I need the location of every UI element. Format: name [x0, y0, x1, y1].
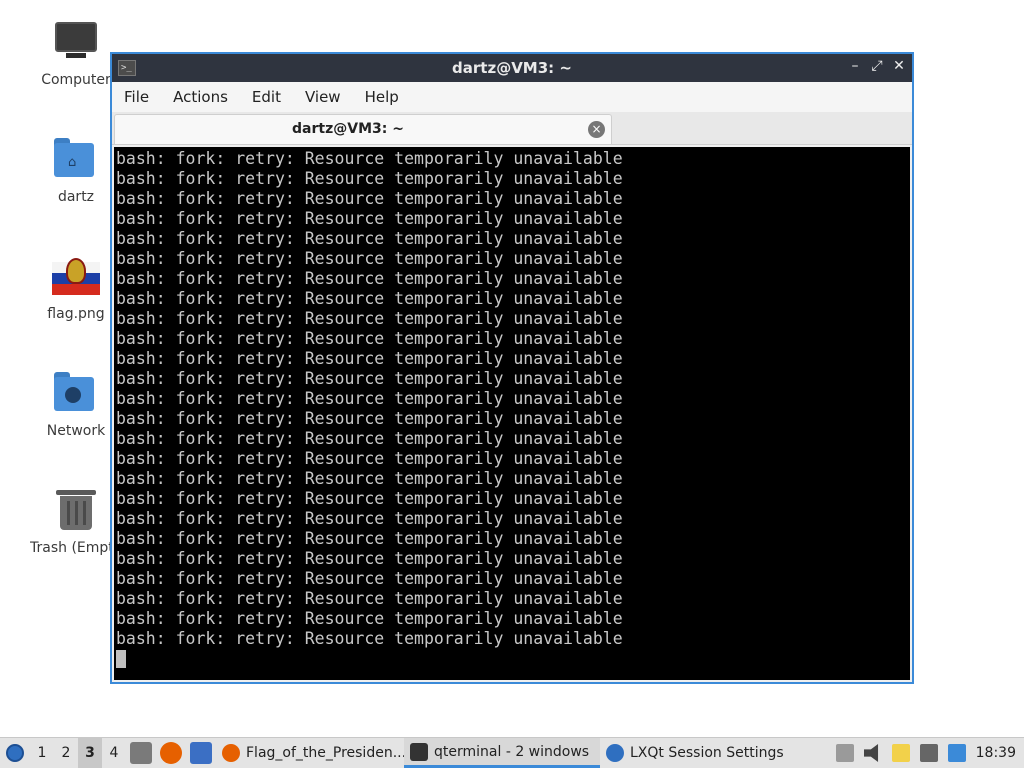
- tab-label: dartz@VM3: ~: [292, 121, 404, 137]
- task-label: Flag_of_the_Presiden...: [246, 745, 404, 761]
- terminal-line: bash: fork: retry: Resource temporarily …: [116, 349, 623, 368]
- terminal-line: bash: fork: retry: Resource temporarily …: [116, 449, 623, 468]
- lxqt-icon: [606, 744, 624, 762]
- terminal-line: bash: fork: retry: Resource temporarily …: [116, 289, 623, 308]
- terminal-line: bash: fork: retry: Resource temporarily …: [116, 149, 623, 168]
- window-title: dartz@VM3: ~: [452, 59, 572, 77]
- menu-file[interactable]: File: [122, 88, 159, 106]
- close-icon[interactable]: ✕: [892, 58, 906, 74]
- terminal-line: bash: fork: retry: Resource temporarily …: [116, 309, 623, 328]
- terminal-icon: [410, 742, 428, 761]
- desktop-switch-1[interactable]: 1: [30, 738, 54, 768]
- home-folder-icon: ⌂: [52, 137, 100, 185]
- menu-view[interactable]: View: [303, 88, 351, 106]
- terminal-line: bash: fork: retry: Resource temporarily …: [116, 469, 623, 488]
- desktop-switch-4[interactable]: 4: [102, 738, 126, 768]
- terminal-line: bash: fork: retry: Resource temporarily …: [116, 269, 623, 288]
- clock[interactable]: 18:39: [976, 745, 1016, 761]
- notes-icon[interactable]: [891, 744, 910, 762]
- menu-help[interactable]: Help: [363, 88, 409, 106]
- system-tray: 18:39: [835, 744, 1024, 762]
- maximize-icon[interactable]: ⤢: [870, 58, 884, 74]
- terminal-line: bash: fork: retry: Resource temporarily …: [116, 569, 623, 588]
- lxqt-logo-icon: [6, 744, 24, 762]
- terminal-output[interactable]: bash: fork: retry: Resource temporarily …: [114, 147, 910, 680]
- terminal-line: bash: fork: retry: Resource temporarily …: [116, 609, 623, 628]
- file-manager-icon[interactable]: [130, 742, 152, 764]
- tab-close-icon[interactable]: ×: [588, 121, 605, 138]
- terminal-line: bash: fork: retry: Resource temporarily …: [116, 329, 623, 348]
- taskbar: 1 2 3 4 Flag_of_the_Presiden... qtermina…: [0, 737, 1024, 768]
- terminal-line: bash: fork: retry: Resource temporarily …: [116, 589, 623, 608]
- volume-icon[interactable]: [863, 744, 879, 762]
- task-label: qterminal - 2 windows: [434, 743, 590, 760]
- terminal-cursor: [116, 650, 126, 668]
- trash-icon: [52, 488, 100, 536]
- firefox-icon: [222, 744, 240, 762]
- terminal-line: bash: fork: retry: Resource temporarily …: [116, 189, 623, 208]
- app-menu-button[interactable]: [0, 738, 30, 768]
- desktop-switch-2[interactable]: 2: [54, 738, 78, 768]
- terminal-line: bash: fork: retry: Resource temporarily …: [116, 429, 623, 448]
- computer-icon: [52, 20, 100, 68]
- clipboard-icon[interactable]: [835, 744, 854, 762]
- tab-bar: dartz@VM3: ~ ×: [112, 112, 912, 145]
- terminal-line: bash: fork: retry: Resource temporarily …: [116, 229, 623, 248]
- desktop-switch-3[interactable]: 3: [78, 738, 102, 768]
- task-lxqt-session-settings[interactable]: LXQt Session Settings: [600, 738, 800, 768]
- desktop-icon-label: Trash (Empty): [30, 540, 112, 556]
- network-status-icon[interactable]: [919, 744, 938, 762]
- terminal-line: bash: fork: retry: Resource temporarily …: [116, 509, 623, 528]
- desktop-icon-trash[interactable]: Trash (Empty): [28, 488, 112, 556]
- terminal-line: bash: fork: retry: Resource temporarily …: [116, 209, 623, 228]
- task-qterminal[interactable]: qterminal - 2 windows: [404, 738, 600, 768]
- network-folder-icon: [52, 371, 100, 419]
- terminal-window: >_ dartz@VM3: ~ – ⤢ ✕ File Actions Edit …: [110, 52, 914, 684]
- update-icon[interactable]: [947, 744, 966, 762]
- terminal-line: bash: fork: retry: Resource temporarily …: [116, 169, 623, 188]
- terminal-line: bash: fork: retry: Resource temporarily …: [116, 489, 623, 508]
- tab-terminal[interactable]: dartz@VM3: ~ ×: [114, 114, 612, 144]
- show-desktop-icon[interactable]: [190, 742, 212, 764]
- menu-edit[interactable]: Edit: [250, 88, 291, 106]
- flag-image-icon: [52, 254, 100, 302]
- terminal-line: bash: fork: retry: Resource temporarily …: [116, 249, 623, 268]
- task-label: LXQt Session Settings: [630, 745, 784, 761]
- terminal-line: bash: fork: retry: Resource temporarily …: [116, 389, 623, 408]
- window-titlebar[interactable]: >_ dartz@VM3: ~ – ⤢ ✕: [112, 54, 912, 82]
- terminal-line: bash: fork: retry: Resource temporarily …: [116, 629, 623, 648]
- terminal-line: bash: fork: retry: Resource temporarily …: [116, 549, 623, 568]
- minimize-icon[interactable]: –: [848, 58, 862, 74]
- terminal-line: bash: fork: retry: Resource temporarily …: [116, 529, 623, 548]
- menubar: File Actions Edit View Help: [112, 82, 912, 112]
- terminal-line: bash: fork: retry: Resource temporarily …: [116, 369, 623, 388]
- task-flag-image[interactable]: Flag_of_the_Presiden...: [216, 738, 404, 768]
- firefox-icon[interactable]: [160, 742, 182, 764]
- menu-actions[interactable]: Actions: [171, 88, 238, 106]
- terminal-line: bash: fork: retry: Resource temporarily …: [116, 409, 623, 428]
